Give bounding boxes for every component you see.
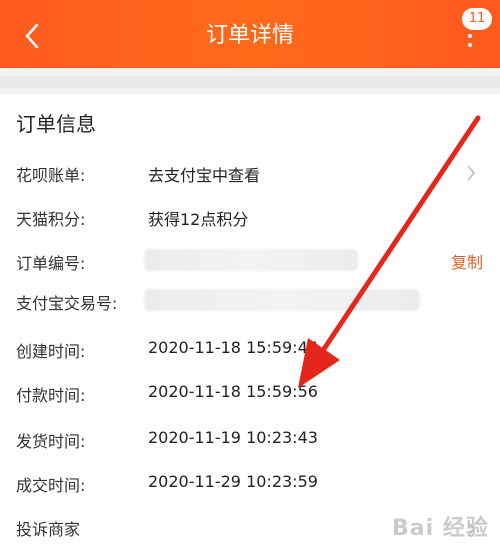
row-label: 付款时间: <box>16 386 86 405</box>
row-value: 2020-11-18 15:59:46 <box>148 338 318 357</box>
notification-badge[interactable]: 11 <box>462 8 492 30</box>
row-label: 订单编号: <box>16 254 86 273</box>
row-value: 去支付宝中查看 <box>148 166 261 185</box>
row-label: 成交时间: <box>16 476 86 495</box>
row-label: 花呗账单: <box>16 166 86 185</box>
order-number-redacted <box>144 249 358 271</box>
row-label: 投诉商家 <box>16 520 81 539</box>
row-value: 2020-11-19 10:23:43 <box>148 428 318 447</box>
row-value: 2020-11-18 15:59:56 <box>148 382 318 401</box>
payment-time-row: 付款时间: 2020-11-18 15:59:56 <box>0 372 500 416</box>
created-time-row: 创建时间: 2020-11-18 15:59:46 <box>0 328 500 372</box>
section-title: 订单信息 <box>16 112 96 136</box>
completed-time-row: 成交时间: 2020-11-29 10:23:59 <box>0 462 500 506</box>
row-value: 2020-11-29 10:23:59 <box>148 472 318 491</box>
row-label: 发货时间: <box>16 432 86 451</box>
row-label: 天猫积分: <box>16 210 86 229</box>
watermark-logo: Bai 经验 <box>392 516 489 541</box>
row-value: 获得12点积分 <box>148 210 249 229</box>
row-label: 支付宝交易号: <box>16 294 118 313</box>
tmall-points-row: 天猫积分: 获得12点积分 <box>0 196 500 240</box>
alipay-trade-number-row: 支付宝交易号: <box>0 280 500 324</box>
shipping-time-row: 发货时间: 2020-11-19 10:23:43 <box>0 418 500 462</box>
chevron-right-icon <box>467 165 475 181</box>
huabei-bill-row[interactable]: 花呗账单: 去支付宝中查看 <box>0 152 500 196</box>
copy-button[interactable]: 复制 <box>451 249 483 273</box>
row-label: 创建时间: <box>16 342 86 361</box>
page-title: 订单详情 <box>205 23 294 48</box>
back-button[interactable] <box>14 18 50 54</box>
alipay-trade-number-redacted <box>144 289 420 311</box>
section-divider-inner <box>0 76 500 88</box>
order-number-row: 订单编号: 复制 <box>0 240 500 284</box>
app-header: 订单详情 11 <box>0 0 500 68</box>
chevron-left-icon <box>25 23 39 49</box>
